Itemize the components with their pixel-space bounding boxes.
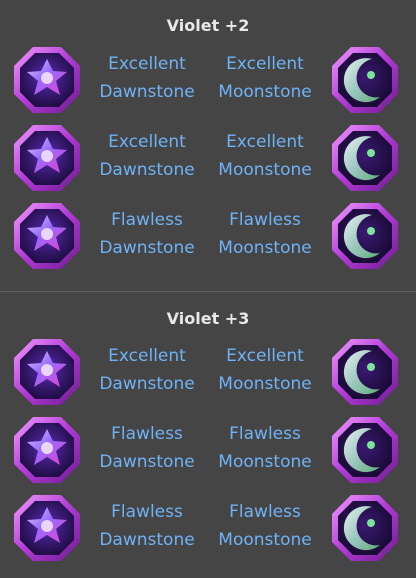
gem-name-text: Dawnstone (99, 530, 195, 550)
moonstone-icon (330, 201, 400, 271)
gem-row: Excellent Dawnstone Excellent Moonstone (0, 123, 416, 195)
quality-text: Flawless (111, 502, 183, 522)
dawnstone-icon (12, 493, 82, 563)
quality-text: Flawless (111, 424, 183, 444)
gem-name-text: Moonstone (218, 238, 312, 258)
dawnstone-label: Excellent Dawnstone (87, 50, 207, 106)
moonstone-icon (330, 493, 400, 563)
quality-text: Flawless (111, 210, 183, 230)
dawnstone-icon (12, 123, 82, 193)
moonstone-label: Flawless Moonstone (205, 206, 325, 262)
section-violet-2: Violet +2 Excellent Dawnstone Excellent … (0, 0, 416, 291)
gem-name-text: Dawnstone (99, 82, 195, 102)
quality-text: Excellent (226, 346, 304, 366)
gem-row: Flawless Dawnstone Flawless Moonstone (0, 415, 416, 487)
moonstone-icon (330, 415, 400, 485)
gem-name-text: Moonstone (218, 160, 312, 180)
gem-name-text: Dawnstone (99, 238, 195, 258)
gem-name-text: Dawnstone (99, 452, 195, 472)
dawnstone-label: Flawless Dawnstone (87, 498, 207, 554)
section-title: Violet +2 (166, 16, 250, 35)
quality-text: Excellent (108, 54, 186, 74)
gem-row: Flawless Dawnstone Flawless Moonstone (0, 201, 416, 273)
dawnstone-label: Excellent Dawnstone (87, 342, 207, 398)
quality-text: Flawless (229, 502, 301, 522)
moonstone-icon (330, 123, 400, 193)
gem-name-text: Moonstone (218, 82, 312, 102)
gem-name-text: Dawnstone (99, 374, 195, 394)
moonstone-label: Excellent Moonstone (205, 50, 325, 106)
gem-name-text: Moonstone (218, 374, 312, 394)
dawnstone-icon (12, 415, 82, 485)
section-violet-3: Violet +3 Excellent Dawnstone Excellent … (0, 292, 416, 578)
quality-text: Excellent (226, 132, 304, 152)
moonstone-label: Flawless Moonstone (205, 420, 325, 476)
gem-name-text: Moonstone (218, 452, 312, 472)
quality-text: Excellent (226, 54, 304, 74)
dawnstone-icon (12, 45, 82, 115)
dawnstone-label: Excellent Dawnstone (87, 128, 207, 184)
gem-reference-panel: Violet +2 Excellent Dawnstone Excellent … (0, 0, 416, 578)
moonstone-label: Excellent Moonstone (205, 342, 325, 398)
dawnstone-icon (12, 201, 82, 271)
quality-text: Flawless (229, 210, 301, 230)
gem-row: Flawless Dawnstone Flawless Moonstone (0, 493, 416, 565)
gem-name-text: Dawnstone (99, 160, 195, 180)
moonstone-icon (330, 45, 400, 115)
moonstone-label: Flawless Moonstone (205, 498, 325, 554)
dawnstone-label: Flawless Dawnstone (87, 206, 207, 262)
gem-row: Excellent Dawnstone Excellent Moonstone (0, 337, 416, 409)
dawnstone-icon (12, 337, 82, 407)
quality-text: Excellent (108, 132, 186, 152)
dawnstone-label: Flawless Dawnstone (87, 420, 207, 476)
quality-text: Flawless (229, 424, 301, 444)
gem-row: Excellent Dawnstone Excellent Moonstone (0, 45, 416, 117)
moonstone-icon (330, 337, 400, 407)
section-title: Violet +3 (166, 309, 250, 328)
gem-name-text: Moonstone (218, 530, 312, 550)
moonstone-label: Excellent Moonstone (205, 128, 325, 184)
quality-text: Excellent (108, 346, 186, 366)
